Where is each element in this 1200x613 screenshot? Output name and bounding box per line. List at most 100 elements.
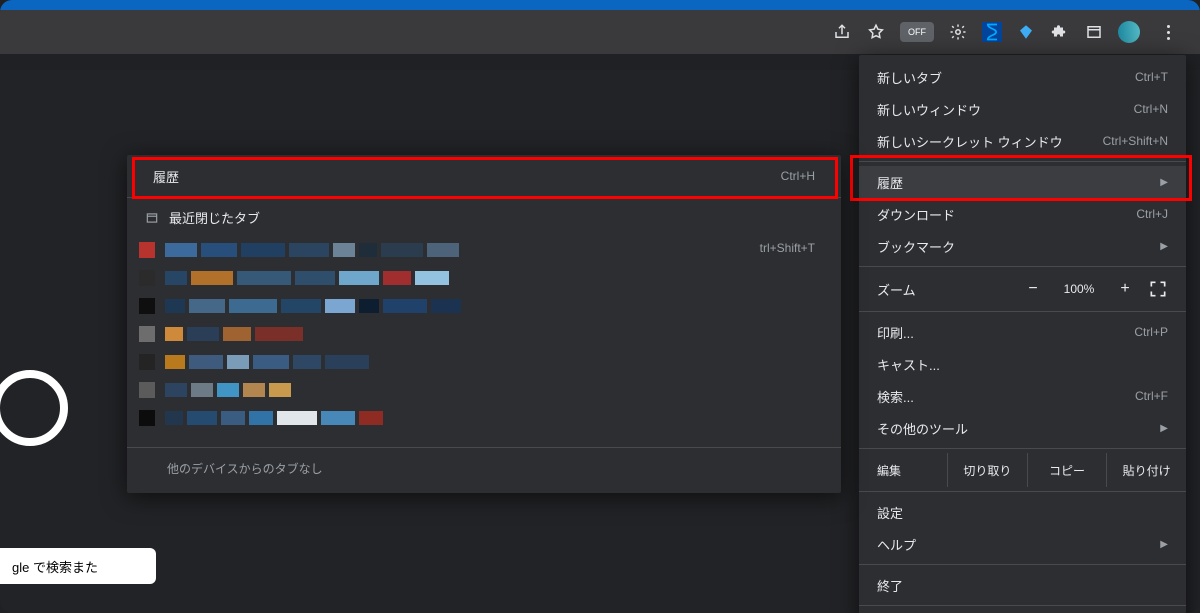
menu-separator: [127, 197, 841, 198]
favicon-swatch: [139, 270, 155, 286]
menu-edit-row: 編集 切り取り コピー 貼り付け: [859, 453, 1186, 487]
menu-more-tools[interactable]: その他のツール ▶: [859, 412, 1186, 444]
hourglass-icon[interactable]: [982, 22, 1002, 42]
menu-separator: [859, 491, 1186, 492]
diamond-icon[interactable]: [1016, 22, 1036, 42]
google-logo-fragment: [0, 370, 68, 446]
tab-toolbar: OFF: [0, 10, 1200, 54]
menu-shortcut: Ctrl+Shift+N: [1103, 134, 1168, 148]
menu-label: 新しいウィンドウ: [877, 100, 981, 119]
window-titlebar: [0, 0, 1200, 10]
favicon-swatch: [139, 354, 155, 370]
menu-bookmarks[interactable]: ブックマーク ▶: [859, 230, 1186, 262]
submenu-history-head[interactable]: 履歴 Ctrl+H: [127, 159, 841, 193]
window-icon: [145, 211, 159, 225]
chevron-right-icon: ▶: [1160, 177, 1168, 188]
search-hint-pill: gle で検索また: [0, 548, 156, 584]
recent-tab-row[interactable]: [139, 295, 829, 317]
favicon-swatch: [139, 326, 155, 342]
menu-new-window[interactable]: 新しいウィンドウ Ctrl+N: [859, 93, 1186, 125]
menu-help[interactable]: ヘルプ▶: [859, 528, 1186, 560]
edit-label: 編集: [859, 453, 948, 487]
extension-off-badge[interactable]: OFF: [900, 22, 934, 42]
menu-label: キャスト...: [877, 355, 940, 374]
edit-cut[interactable]: 切り取り: [948, 453, 1028, 487]
fullscreen-icon[interactable]: [1148, 279, 1168, 299]
menu-label: ダウンロード: [877, 205, 955, 224]
zoom-out-button[interactable]: −: [1020, 280, 1046, 298]
menu-exit[interactable]: 終了: [859, 569, 1186, 601]
recent-tab-row[interactable]: [139, 267, 829, 289]
menu-label: 履歴: [877, 173, 903, 192]
censored-title: [165, 383, 291, 397]
recent-tab-row[interactable]: [139, 351, 829, 373]
menu-label: 設定: [877, 503, 903, 522]
menu-label: 新しいタブ: [877, 68, 942, 87]
browser-window: OFF gle で検索また + 新しいタブ Ctrl+T 新しいウィンドウ Ctrl…: [0, 0, 1200, 613]
menu-downloads[interactable]: ダウンロード Ctrl+J: [859, 198, 1186, 230]
kebab-menu-icon[interactable]: [1154, 18, 1182, 46]
menu-label: ヘルプ: [877, 535, 916, 554]
chevron-right-icon: ▶: [1160, 241, 1168, 252]
recent-tab-row[interactable]: [139, 239, 829, 261]
menu-history[interactable]: 履歴 ▶: [859, 166, 1186, 198]
menu-separator: [859, 311, 1186, 312]
submenu-recent-tabs[interactable]: 最近閉じたタブ: [127, 202, 841, 233]
menu-label: 新しいシークレット ウィンドウ: [877, 132, 1063, 151]
zoom-label: ズーム: [877, 280, 961, 299]
gear-icon[interactable]: [948, 22, 968, 42]
censored-title: [165, 355, 369, 369]
menu-separator: [859, 161, 1186, 162]
menu-print[interactable]: 印刷... Ctrl+P: [859, 316, 1186, 348]
favicon-swatch: [139, 410, 155, 426]
menu-label: 印刷...: [877, 323, 914, 342]
menu-find[interactable]: 検索... Ctrl+F: [859, 380, 1186, 412]
zoom-percent: 100%: [1056, 282, 1102, 296]
star-icon[interactable]: [866, 22, 886, 42]
puzzle-icon[interactable]: [1050, 22, 1070, 42]
favicon-swatch: [139, 298, 155, 314]
main-menu: 新しいタブ Ctrl+T 新しいウィンドウ Ctrl+N 新しいシークレット ウィン…: [859, 55, 1186, 613]
menu-separator: [859, 266, 1186, 267]
window-icon[interactable]: [1084, 22, 1104, 42]
menu-incognito[interactable]: 新しいシークレット ウィンドウ Ctrl+Shift+N: [859, 125, 1186, 157]
recent-tabs-shortcut: trl+Shift+T: [760, 241, 815, 255]
favicon-swatch: [139, 242, 155, 258]
menu-label: 検索...: [877, 387, 914, 406]
menu-separator: [859, 448, 1186, 449]
menu-label: その他のツール: [877, 419, 968, 438]
profile-avatar[interactable]: [1118, 21, 1140, 43]
recent-tab-row[interactable]: [139, 379, 829, 401]
censored-title: [165, 411, 383, 425]
censored-title: [165, 327, 303, 341]
submenu-history-shortcut: Ctrl+H: [781, 169, 815, 183]
menu-label: 終了: [877, 576, 903, 595]
menu-label: ブックマーク: [877, 237, 955, 256]
favicon-swatch: [139, 382, 155, 398]
censored-title: [165, 299, 461, 313]
censored-title: [165, 243, 459, 257]
menu-cast[interactable]: キャスト...: [859, 348, 1186, 380]
menu-shortcut: Ctrl+F: [1135, 389, 1168, 403]
no-other-devices-label: 他のデバイスからのタブなし: [127, 452, 841, 483]
menu-shortcut: Ctrl+P: [1134, 325, 1168, 339]
menu-shortcut: Ctrl+T: [1135, 70, 1168, 84]
zoom-in-button[interactable]: +: [1112, 280, 1138, 298]
menu-new-tab[interactable]: 新しいタブ Ctrl+T: [859, 61, 1186, 93]
submenu-history-label: 履歴: [153, 167, 179, 186]
history-submenu: 履歴 Ctrl+H 最近閉じたタブ trl+Shift+T 他のデバイスからのタ…: [127, 155, 841, 493]
recent-tabs-label: 最近閉じたタブ: [169, 208, 260, 227]
menu-separator: [859, 605, 1186, 606]
menu-separator: [859, 564, 1186, 565]
recent-tabs-list: [127, 233, 841, 443]
edit-copy[interactable]: コピー: [1028, 453, 1108, 487]
recent-tab-row[interactable]: [139, 323, 829, 345]
censored-title: [165, 271, 449, 285]
share-icon[interactable]: [832, 22, 852, 42]
menu-shortcut: Ctrl+J: [1136, 207, 1168, 221]
menu-settings[interactable]: 設定: [859, 496, 1186, 528]
edit-paste[interactable]: 貼り付け: [1107, 453, 1186, 487]
chevron-right-icon: ▶: [1160, 423, 1168, 434]
menu-shortcut: Ctrl+N: [1134, 102, 1168, 116]
recent-tab-row[interactable]: [139, 407, 829, 429]
